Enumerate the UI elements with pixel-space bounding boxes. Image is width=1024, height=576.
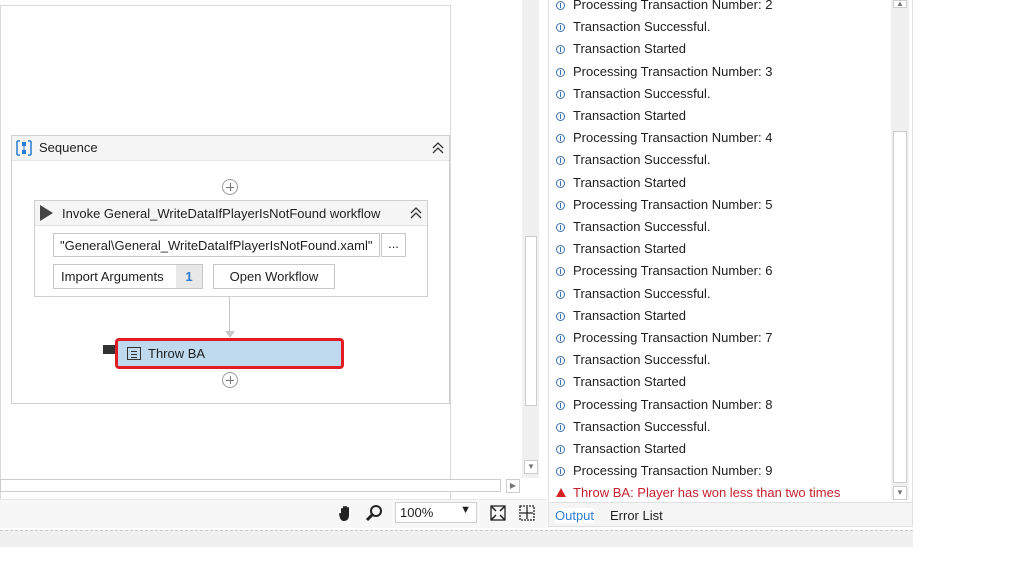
log-text: Transaction Successful. bbox=[573, 418, 711, 434]
tab-error-list[interactable]: Error List bbox=[610, 508, 663, 523]
log-text: Processing Transaction Number: 6 bbox=[573, 263, 773, 279]
throw-activity[interactable]: Throw BA bbox=[115, 338, 344, 369]
info-icon bbox=[556, 311, 565, 321]
log-text: Processing Transaction Number: 8 bbox=[573, 396, 773, 412]
output-scroll-down-icon[interactable]: ▼ bbox=[893, 486, 907, 500]
log-text: Processing Transaction Number: 7 bbox=[573, 330, 773, 345]
designer-horizontal-scrollbar[interactable] bbox=[0, 479, 501, 492]
log-text: Transaction Successful. bbox=[573, 219, 711, 234]
throw-label: Throw BA bbox=[148, 346, 206, 361]
overview-icon[interactable] bbox=[517, 503, 537, 523]
workflow-path-field[interactable]: "General\General_WriteDataIfPlayerIsNotF… bbox=[53, 233, 380, 257]
log-text: Transaction Started bbox=[573, 374, 686, 390]
invoke-workflow-activity[interactable]: Invoke General_WriteDataIfPlayerIsNotFou… bbox=[34, 200, 428, 297]
info-icon bbox=[556, 200, 565, 210]
designer-vertical-scroll-thumb[interactable] bbox=[525, 236, 537, 406]
zoom-level-select[interactable]: 100% ▼ bbox=[395, 502, 477, 523]
sequence-icon bbox=[16, 140, 32, 156]
output-scroll-up-icon[interactable]: ▲ bbox=[893, 0, 907, 8]
invoke-title: Invoke General_WriteDataIfPlayerIsNotFou… bbox=[62, 206, 381, 221]
chevron-down-icon: ▼ bbox=[460, 504, 471, 516]
connector-arrow-icon bbox=[225, 331, 235, 338]
sequence-header[interactable]: Sequence bbox=[12, 136, 449, 161]
collapse-sequence-icon[interactable] bbox=[430, 140, 446, 156]
log-text: Processing Transaction Number: 2 bbox=[573, 0, 773, 12]
log-text: Transaction Successful. bbox=[573, 152, 711, 168]
hand-pan-icon[interactable] bbox=[336, 503, 356, 523]
zoom-search-icon[interactable] bbox=[365, 503, 385, 523]
info-icon bbox=[556, 400, 565, 410]
info-icon bbox=[556, 289, 565, 299]
info-icon bbox=[556, 112, 565, 121]
add-activity-bottom-icon[interactable] bbox=[222, 372, 238, 388]
log-text: Transaction Started bbox=[573, 174, 686, 190]
log-text: Transaction Successful. bbox=[573, 352, 711, 368]
scroll-right-icon[interactable]: ▶ bbox=[506, 479, 520, 493]
browse-button[interactable]: ... bbox=[381, 233, 406, 257]
info-icon bbox=[556, 445, 565, 454]
log-text: Transaction Successful. bbox=[573, 85, 711, 101]
info-icon bbox=[556, 422, 565, 432]
log-text: Transaction Started bbox=[573, 241, 686, 257]
output-vertical-scroll-thumb[interactable] bbox=[893, 131, 907, 483]
log-text: Processing Transaction Number: 4 bbox=[573, 130, 773, 146]
log-text: Transaction Successful. bbox=[573, 19, 711, 35]
output-tabs: Output Error List bbox=[548, 502, 913, 527]
log-text: Throw BA: Player has won less than two t… bbox=[573, 485, 841, 501]
invoke-play-icon bbox=[40, 205, 53, 221]
status-bar bbox=[0, 530, 913, 547]
argument-count-badge: 1 bbox=[176, 265, 202, 288]
breakpoint-marker-icon bbox=[103, 345, 115, 354]
log-text: Transaction Started bbox=[573, 441, 686, 456]
log-text: Transaction Started bbox=[573, 307, 686, 323]
log-text: Processing Transaction Number: 5 bbox=[573, 196, 773, 212]
open-workflow-button[interactable]: Open Workflow bbox=[213, 264, 335, 289]
collapse-invoke-icon[interactable] bbox=[408, 205, 424, 221]
warning-icon bbox=[556, 488, 566, 498]
zoom-level-value: 100% bbox=[400, 505, 434, 520]
add-activity-top-icon[interactable] bbox=[222, 179, 238, 195]
tab-output[interactable]: Output bbox=[555, 508, 595, 523]
log-text: Transaction Started bbox=[573, 108, 686, 123]
log-text: Transaction Started bbox=[573, 41, 686, 57]
info-icon bbox=[556, 178, 565, 188]
invoke-header[interactable]: Invoke General_WriteDataIfPlayerIsNotFou… bbox=[35, 201, 427, 226]
log-text: Processing Transaction Number: 9 bbox=[573, 463, 773, 479]
import-arguments-label: Import Arguments bbox=[61, 269, 164, 284]
info-icon bbox=[556, 334, 565, 343]
scroll-down-icon[interactable]: ▼ bbox=[524, 460, 538, 474]
sequence-title: Sequence bbox=[39, 140, 98, 155]
info-icon bbox=[556, 67, 565, 77]
info-icon bbox=[556, 89, 565, 99]
info-icon bbox=[556, 223, 565, 232]
fit-to-screen-icon[interactable] bbox=[488, 503, 508, 523]
info-icon bbox=[556, 1, 565, 10]
log-text: Transaction Successful. bbox=[573, 285, 711, 301]
workflow-designer[interactable]: Sequence Invoke General_WriteDataIfPlaye… bbox=[0, 0, 520, 505]
throw-icon bbox=[127, 347, 141, 360]
log-text: Processing Transaction Number: 3 bbox=[573, 63, 773, 79]
